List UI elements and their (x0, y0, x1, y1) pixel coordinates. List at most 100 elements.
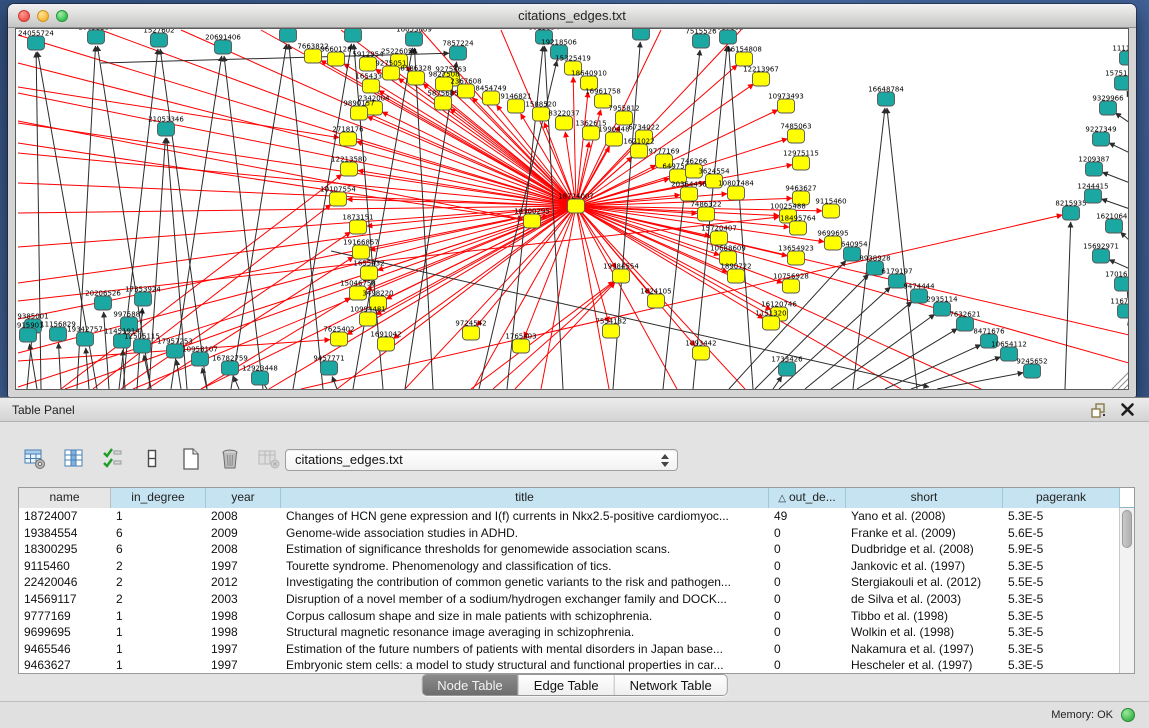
graph-node[interactable] (720, 30, 737, 44)
table-cell[interactable]: Franke et al. (2009) (846, 525, 1003, 542)
graph-node[interactable] (151, 33, 168, 47)
graph-node[interactable] (350, 220, 367, 234)
table-cell[interactable]: 6 (111, 525, 206, 542)
graph-node[interactable] (513, 339, 530, 353)
graph-node[interactable] (957, 317, 974, 331)
column-header-name[interactable]: name (19, 488, 111, 508)
table-cell[interactable]: 0 (769, 525, 846, 542)
graph-node[interactable] (483, 91, 500, 105)
graph-node[interactable] (681, 187, 698, 201)
column-header-in_degree[interactable]: in_degree (111, 488, 206, 508)
graph-node[interactable] (788, 251, 805, 265)
graph-edge[interactable] (471, 281, 614, 389)
table-cell[interactable]: Tourette syndrome. Phenomenology and cla… (281, 558, 769, 575)
table-select-dropdown[interactable]: citations_edges.txt (285, 449, 678, 471)
table-cell[interactable]: 5.3E-5 (1003, 657, 1120, 674)
graph-edge[interactable] (1127, 292, 1129, 297)
graph-edge[interactable] (755, 274, 869, 389)
table-row[interactable]: 2242004622012Investigating the contribut… (19, 574, 1134, 591)
table-cell[interactable]: Jankovic et al. (1997) (846, 558, 1003, 575)
table-cell[interactable]: Tibbo et al. (1998) (846, 608, 1003, 625)
graph-node[interactable] (341, 162, 358, 176)
graph-node[interactable] (603, 324, 620, 338)
table-cell[interactable]: 0 (769, 591, 846, 608)
table-cell[interactable]: Investigating the contribution of common… (281, 574, 769, 591)
table-cell[interactable]: Hescheler et al. (1997) (846, 657, 1003, 674)
graph-edge[interactable] (1102, 172, 1129, 183)
graph-edge[interactable] (18, 123, 576, 206)
table-cell[interactable]: 5.5E-5 (1003, 574, 1120, 591)
graph-node[interactable] (321, 361, 338, 375)
graph-node[interactable] (1120, 51, 1130, 65)
graph-edge[interactable] (176, 360, 181, 389)
graph-node[interactable] (790, 221, 807, 235)
table-cell[interactable]: 2008 (206, 541, 281, 558)
graph-node[interactable] (778, 99, 795, 113)
table-cell[interactable]: 0 (769, 641, 846, 658)
graph-node[interactable] (50, 327, 67, 341)
graph-node[interactable] (693, 346, 710, 360)
delete-icon[interactable] (217, 446, 243, 472)
table-cell[interactable]: 1997 (206, 641, 281, 658)
graph-edge[interactable] (58, 343, 61, 389)
graph-node[interactable] (698, 207, 715, 221)
graph-node[interactable] (728, 269, 745, 283)
table-cell[interactable]: 1 (111, 657, 206, 674)
table-row[interactable]: 946362711997Embryonic stem cells: a mode… (19, 657, 1134, 674)
graph-edge[interactable] (1065, 222, 1071, 389)
table-cell[interactable]: 22420046 (19, 574, 111, 591)
graph-node[interactable] (508, 99, 525, 113)
table-cell[interactable]: Genome-wide association studies in ADHD. (281, 525, 769, 542)
graph-edge[interactable] (18, 143, 523, 220)
graph-node[interactable] (911, 289, 928, 303)
graph-node[interactable] (1086, 162, 1103, 176)
table-cell[interactable]: 18300295 (19, 541, 111, 558)
close-panel-icon[interactable] (1120, 402, 1135, 417)
column-header-title[interactable]: title (281, 488, 769, 508)
graph-node[interactable] (793, 156, 810, 170)
graph-node[interactable] (556, 116, 573, 130)
graph-node[interactable] (788, 129, 805, 143)
graph-node[interactable] (408, 71, 425, 85)
graph-edge[interactable] (366, 206, 576, 290)
graph-edge[interactable] (576, 206, 1129, 363)
table-cell[interactable]: 2 (111, 574, 206, 591)
graph-edge[interactable] (18, 206, 576, 283)
graph-node[interactable] (693, 34, 710, 48)
graph-edge[interactable] (1127, 91, 1129, 97)
graph-node[interactable] (435, 96, 452, 110)
graph-node[interactable] (736, 52, 753, 66)
table-row[interactable]: 969969511998Structural magnetic resonanc… (19, 624, 1134, 641)
graph-node[interactable] (330, 192, 347, 206)
graph-node[interactable] (568, 199, 585, 213)
graph-edge[interactable] (18, 93, 576, 206)
table-cell[interactable]: Yano et al. (2008) (846, 508, 1003, 525)
table-cell[interactable]: 1 (111, 608, 206, 625)
graph-node[interactable] (135, 292, 152, 306)
graph-node[interactable] (648, 294, 665, 308)
table-cell[interactable]: 5.9E-5 (1003, 541, 1120, 558)
graph-edge[interactable] (1115, 113, 1129, 123)
table-cell[interactable]: 0 (769, 558, 846, 575)
graph-node[interactable] (1106, 219, 1123, 233)
table-cell[interactable]: 9465546 (19, 641, 111, 658)
table-cell[interactable]: Structural magnetic resonance image aver… (281, 624, 769, 641)
table-cell[interactable]: Stergiakouli et al. (2012) (846, 574, 1003, 591)
window-titlebar[interactable]: citations_edges.txt (8, 4, 1136, 28)
table-cell[interactable]: Dudbridge et al. (2008) (846, 541, 1003, 558)
resize-grip-icon[interactable] (1123, 384, 1129, 390)
column-header-pagerank[interactable]: pagerank (1003, 488, 1120, 508)
table-cell[interactable]: Wolkin et al. (1998) (846, 624, 1003, 641)
table-cell[interactable]: 5.3E-5 (1003, 508, 1120, 525)
table-cell[interactable]: Estimation of the future numbers of pati… (281, 641, 769, 658)
tab-network-table[interactable]: Network Table (615, 675, 727, 695)
graph-node[interactable] (844, 247, 861, 261)
table-cell[interactable]: Disruption of a novel member of a sodium… (281, 591, 769, 608)
table-cell[interactable]: Nakamura et al. (1997) (846, 641, 1003, 658)
table-cell[interactable]: 19384554 (19, 525, 111, 542)
table-cell[interactable]: Embryonic stem cells: a model to study s… (281, 657, 769, 674)
graph-node[interactable] (524, 214, 541, 228)
table-cell[interactable]: Corpus callosum shape and size in male p… (281, 608, 769, 625)
graph-node[interactable] (222, 361, 239, 375)
rows-icon[interactable] (139, 446, 165, 472)
